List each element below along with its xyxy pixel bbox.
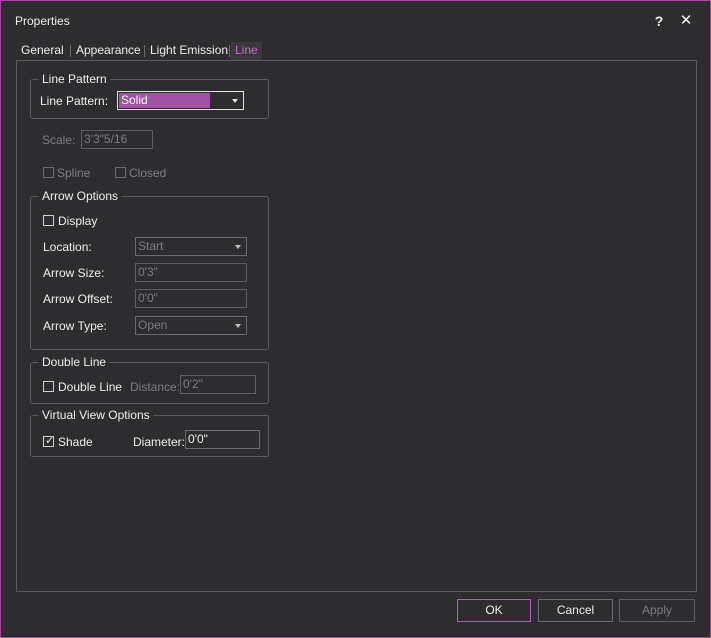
line-tab-panel: Line Pattern Line Pattern: Solid Scale: … bbox=[16, 60, 697, 592]
close-icon[interactable]: ✕ bbox=[676, 11, 696, 31]
display-label: Display bbox=[58, 214, 98, 228]
distance-label: Distance: bbox=[130, 380, 181, 394]
closed-label: Closed bbox=[129, 166, 167, 180]
closed-checkbox[interactable] bbox=[115, 167, 126, 178]
shade-checkbox[interactable]: ✓ bbox=[43, 435, 55, 447]
line-pattern-legend: Line Pattern bbox=[39, 72, 110, 86]
location-value: Start bbox=[138, 239, 164, 253]
ok-button[interactable]: OK bbox=[457, 599, 531, 622]
diameter-label: Diameter: bbox=[133, 435, 186, 449]
tab-separator bbox=[70, 45, 71, 57]
arrow-type-label: Arrow Type: bbox=[43, 319, 107, 333]
double-line-checkbox[interactable] bbox=[43, 381, 54, 392]
window-title: Properties bbox=[15, 14, 70, 28]
line-pattern-select[interactable]: Solid bbox=[117, 91, 244, 110]
line-pattern-value: Solid bbox=[119, 93, 210, 108]
scale-input[interactable]: 3'3"5/16 bbox=[81, 130, 153, 149]
arrow-options-group: Arrow Options Display Location: Start Ar… bbox=[30, 189, 269, 350]
tab-general[interactable]: General bbox=[17, 42, 68, 60]
chevron-down-icon bbox=[235, 245, 241, 249]
tab-separator bbox=[144, 45, 145, 57]
tab-separator bbox=[229, 45, 230, 57]
tab-line[interactable]: Line bbox=[231, 42, 262, 60]
diameter-input[interactable]: 0'0" bbox=[185, 430, 260, 449]
line-pattern-group: Line Pattern Line Pattern: Solid bbox=[30, 72, 269, 119]
title-bar[interactable]: Properties ? ✕ bbox=[1, 1, 710, 39]
chevron-down-icon bbox=[235, 324, 241, 328]
spline-checkbox[interactable] bbox=[43, 167, 54, 178]
location-select[interactable]: Start bbox=[135, 237, 247, 256]
tab-appearance[interactable]: Appearance bbox=[72, 42, 145, 60]
double-line-legend: Double Line bbox=[39, 355, 110, 369]
virtual-view-options-legend: Virtual View Options bbox=[39, 408, 153, 422]
shade-label: Shade bbox=[58, 435, 93, 449]
cancel-button[interactable]: Cancel bbox=[538, 599, 613, 622]
arrow-size-label: Arrow Size: bbox=[43, 266, 105, 280]
distance-input[interactable]: 0'2" bbox=[180, 375, 256, 394]
location-label: Location: bbox=[43, 240, 92, 254]
arrow-type-select[interactable]: Open bbox=[135, 316, 247, 335]
double-line-label: Double Line bbox=[58, 380, 123, 394]
spline-label: Spline bbox=[57, 166, 91, 180]
arrow-type-value: Open bbox=[138, 318, 168, 332]
line-pattern-label: Line Pattern: bbox=[40, 94, 109, 108]
chevron-down-icon bbox=[232, 99, 238, 103]
virtual-view-options-group: Virtual View Options ✓ Shade Diameter: 0… bbox=[30, 408, 269, 457]
apply-button[interactable]: Apply bbox=[619, 599, 695, 622]
display-checkbox[interactable] bbox=[43, 215, 54, 226]
double-line-group: Double Line Double Line Distance: 0'2" bbox=[30, 355, 269, 404]
arrow-size-input[interactable]: 0'3" bbox=[135, 263, 247, 282]
help-icon[interactable]: ? bbox=[649, 11, 669, 31]
tab-light-emission[interactable]: Light Emission bbox=[146, 42, 232, 60]
scale-label: Scale: bbox=[42, 133, 76, 147]
arrow-options-legend: Arrow Options bbox=[39, 189, 122, 203]
properties-dialog: Properties ? ✕ General Appearance Light … bbox=[0, 0, 711, 638]
arrow-offset-input[interactable]: 0'0" bbox=[135, 289, 247, 308]
checkmark-icon: ✓ bbox=[45, 435, 55, 447]
arrow-offset-label: Arrow Offset: bbox=[43, 292, 113, 306]
